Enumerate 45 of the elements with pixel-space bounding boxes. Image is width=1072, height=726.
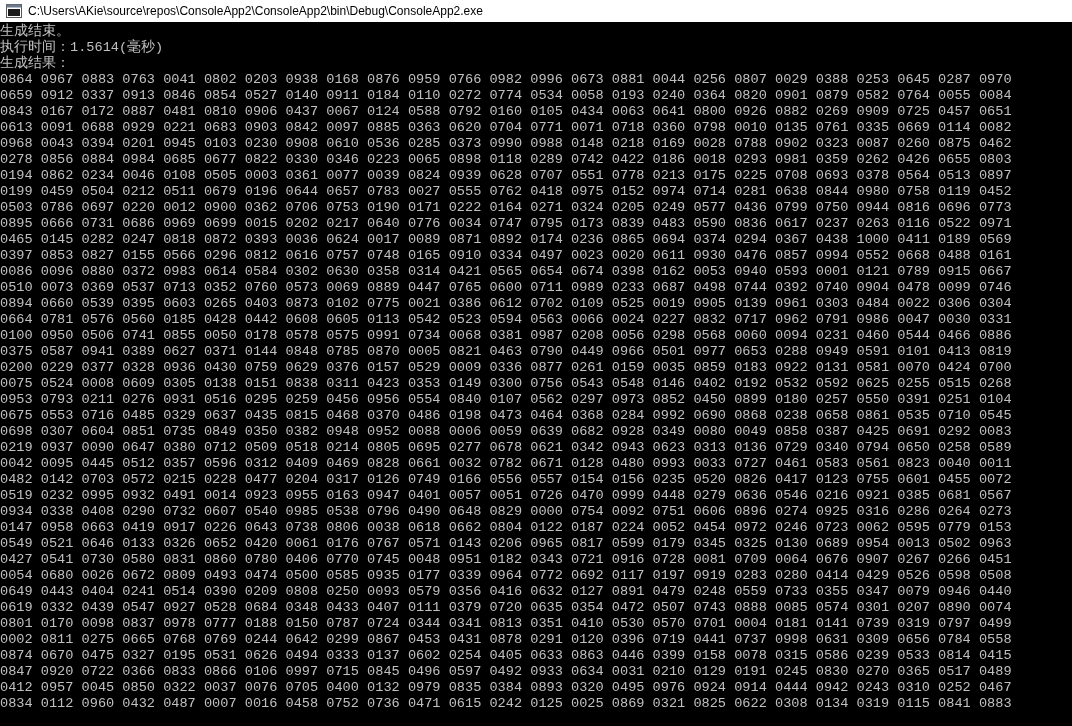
console-line: 0698 0307 0604 0851 0735 0849 0350 0382 0948 0952 0088 0006 0059 0639 0682 0928 0349 0080 0049 0858 0387 0425 0691 0292 0083 — [0, 424, 1012, 440]
console-line: 0147 0958 0663 0419 0917 0226 0643 0738 0806 0038 0618 0662 0804 0122 0187 0224 0052 0454 0972 0246 0723 0062 0595 0779 0153 — [0, 520, 1012, 536]
console-line: 0801 0170 0098 0837 0978 0777 0188 0150 0787 0724 0344 0341 0813 0351 0410 0530 0570 0701 0004 0181 0141 0739 0319 0797 0499 — [0, 616, 1012, 632]
console-line: 0895 0666 0731 0686 0969 0699 0015 0202 0217 0640 0776 0034 0747 0795 0173 0839 0483 0590 0836 0617 0237 0263 0116 0522 0971 — [0, 216, 1012, 232]
console-line: 0100 0950 0506 0741 0855 0050 0178 0578 0575 0991 0734 0068 0381 0987 0208 0056 0298 0568 0060 0094 0231 0460 0544 0466 0886 — [0, 328, 1012, 344]
console-line: 0503 0786 0697 0220 0012 0900 0362 0706 0753 0190 0171 0222 0164 0271 0324 0205 0249 0577 0436 0799 0750 0944 0816 0696 0773 — [0, 200, 1012, 216]
console-line: 0194 0862 0234 0046 0108 0505 0003 0361 0077 0039 0824 0939 0628 0707 0551 0778 0213 0175 0225 0708 0693 0378 0564 0513 0897 — [0, 168, 1012, 184]
console-line: 0864 0967 0883 0763 0041 0802 0203 0938 0168 0876 0959 0766 0982 0996 0673 0881 0044 0256 0807 0029 0388 0253 0645 0287 0970 — [0, 72, 1012, 88]
console-line: 0054 0680 0026 0672 0809 0493 0474 0500 0585 0935 0177 0339 0964 0772 0692 0117 0197 0919 0283 0280 0414 0429 0526 0598 0508 — [0, 568, 1012, 584]
console-line: 0219 0937 0090 0647 0380 0712 0509 0518 0214 0805 0695 0277 0678 0621 0342 0943 0623 0313 0136 0729 0340 0794 0650 0258 0589 — [0, 440, 1012, 456]
console-line: 0465 0145 0282 0247 0818 0872 0393 0036 0624 0017 0089 0871 0892 0174 0236 0865 0694 0374 0294 0367 0438 1000 0411 0189 0569 — [0, 232, 1012, 248]
console-line: 0412 0957 0045 0850 0322 0037 0076 0705 0400 0132 0979 0835 0384 0893 0320 0495 0976 0924 0914 0444 0942 0243 0310 0252 0467 — [0, 680, 1012, 696]
console-app-icon — [6, 4, 22, 18]
console-line: 0482 0142 0703 0572 0215 0228 0477 0204 0317 0126 0749 0166 0556 0557 0154 0156 0235 0520 0826 0417 0123 0755 0601 0455 0072 — [0, 472, 1012, 488]
console-line: 0510 0073 0369 0537 0713 0352 0760 0573 0069 0889 0447 0765 0600 0711 0989 0233 0687 0498 0744 0392 0740 0904 0478 0099 0746 — [0, 280, 1012, 296]
console-line: 0843 0167 0172 0887 0481 0810 0906 0437 0067 0124 0588 0792 0160 0105 0434 0063 0641 0800 0926 0882 0269 0909 0725 0457 0651 — [0, 104, 1012, 120]
console-line: 0002 0811 0275 0665 0768 0769 0244 0642 0299 0867 0453 0431 0878 0291 0120 0396 0719 0441 0737 0998 0631 0309 0656 0784 0558 — [0, 632, 1012, 648]
console-line: 0953 0793 0211 0276 0931 0516 0295 0259 0456 0956 0554 0840 0107 0562 0297 0973 0852 0450 0899 0180 0257 0550 0391 0251 0104 — [0, 392, 1012, 408]
console-line: 0199 0459 0504 0212 0511 0679 0196 0644 0657 0783 0027 0555 0762 0418 0975 0152 0974 0714 0281 0638 0844 0980 0758 0119 0452 — [0, 184, 1012, 200]
console-line: 执行时间：1.5614(毫秒) — [0, 40, 164, 55]
console-line: 0664 0781 0576 0560 0185 0428 0442 0608 0605 0113 0542 0523 0594 0563 0066 0024 0227 0832 0717 0962 0791 0986 0047 0030 0331 — [0, 312, 1012, 328]
console-line: 0075 0524 0008 0609 0305 0138 0151 0838 0311 0423 0353 0149 0300 0756 0543 0548 0146 0402 0192 0532 0592 0625 0255 0515 0268 — [0, 376, 1012, 392]
console-line: 0968 0043 0394 0201 0945 0103 0230 0908 0610 0536 0285 0373 0990 0988 0148 0218 0169 0028 0788 0902 0323 0087 0260 0875 0462 — [0, 136, 1012, 152]
console-line: 0934 0338 0408 0290 0732 0607 0540 0985 0538 0796 0490 0648 0829 0000 0754 0092 0751 0606 0896 0274 0925 0316 0286 0264 0273 — [0, 504, 1012, 520]
console-line: 0619 0332 0439 0547 0927 0528 0684 0348 0433 0407 0111 0379 0720 0635 0354 0472 0507 0743 0888 0085 0574 0301 0207 0890 0074 — [0, 600, 1012, 616]
console-line: 0549 0521 0646 0133 0326 0652 0420 0061 0176 0767 0571 0143 0206 0965 0817 0599 0179 0345 0325 0130 0689 0954 0013 0502 0963 — [0, 536, 1012, 552]
console-line: 0086 0096 0880 0372 0983 0614 0584 0302 0630 0358 0314 0421 0565 0654 0674 0398 0162 0053 0940 0593 0001 0121 0789 0915 0667 — [0, 264, 1012, 280]
console-line: 0659 0912 0337 0913 0846 0854 0527 0140 0911 0184 0110 0272 0774 0534 0058 0193 0240 0364 0820 0901 0879 0582 0764 0055 0084 — [0, 88, 1012, 104]
console-line: 0397 0853 0827 0155 0566 0296 0812 0616 0757 0748 0165 0910 0334 0497 0023 0020 0611 0930 0476 0857 0994 0552 0668 0488 0161 — [0, 248, 1012, 264]
console-line: 0675 0553 0716 0485 0329 0637 0435 0815 0468 0370 0486 0198 0473 0464 0368 0284 0992 0690 0868 0238 0658 0861 0535 0710 0545 — [0, 408, 1012, 424]
console-line: 0519 0232 0995 0932 0491 0014 0923 0955 0163 0947 0401 0057 0051 0726 0470 0999 0448 0279 0636 0546 0216 0921 0385 0681 0567 — [0, 488, 1012, 504]
console-line: 0278 0856 0884 0984 0685 0677 0822 0330 0346 0223 0065 0898 0118 0289 0742 0422 0186 0018 0293 0981 0359 0262 0426 0655 0803 — [0, 152, 1012, 168]
console-line: 0847 0920 0722 0366 0833 0866 0106 0997 0715 0845 0496 0597 0492 0933 0634 0031 0210 0129 0191 0245 0830 0270 0365 0517 0489 — [0, 664, 1012, 680]
console-line: 0649 0443 0404 0241 0514 0390 0209 0808 0250 0093 0579 0356 0416 0632 0127 0891 0479 0248 0559 0733 0355 0347 0079 0946 0440 — [0, 584, 1012, 600]
window-title: C:\Users\AKie\source\repos\ConsoleApp2\ConsoleApp2\bin\Debug\ConsoleApp2.exe — [28, 4, 483, 18]
console-line: 0894 0660 0539 0395 0603 0265 0403 0873 0102 0775 0021 0386 0612 0702 0109 0525 0019 0905 0139 0961 0303 0484 0022 0306 0304 — [0, 296, 1012, 312]
console-line: 0375 0587 0941 0389 0627 0371 0144 0848 0785 0870 0005 0821 0463 0790 0449 0966 0501 0977 0653 0288 0949 0591 0101 0413 0819 — [0, 344, 1012, 360]
console-line: 0874 0670 0475 0327 0195 0531 0626 0494 0333 0137 0602 0254 0405 0633 0863 0446 0399 0158 0078 0315 0586 0239 0533 0814 0415 — [0, 648, 1012, 664]
console-line: 0427 0541 0730 0580 0831 0860 0780 0406 0770 0745 0048 0951 0182 0343 0721 0916 0728 0081 0709 0064 0676 0907 0267 0266 0451 — [0, 552, 1012, 568]
console-line: 0613 0091 0688 0929 0221 0683 0903 0842 0097 0885 0363 0620 0704 0771 0071 0718 0360 0798 0010 0135 0761 0335 0669 0114 0082 — [0, 120, 1012, 136]
console-line: 0200 0229 0377 0328 0936 0430 0759 0629 0376 0157 0529 0009 0336 0877 0261 0159 0035 0859 0183 0922 0131 0581 0070 0424 0700 — [0, 360, 1012, 376]
console-line: 生成结果： — [0, 56, 70, 72]
console-line: 生成结束。 — [0, 24, 70, 39]
console-line: 0834 0112 0960 0432 0487 0007 0016 0458 0752 0736 0471 0615 0242 0125 0025 0869 0321 0825 0622 0308 0134 0319 0115 0841 0883 — [0, 696, 1012, 712]
console-line: 0042 0095 0445 0512 0357 0596 0312 0409 0469 0828 0661 0032 0782 0671 0128 0480 0993 0033 0727 0461 0583 0561 0823 0040 0011 — [0, 456, 1012, 472]
